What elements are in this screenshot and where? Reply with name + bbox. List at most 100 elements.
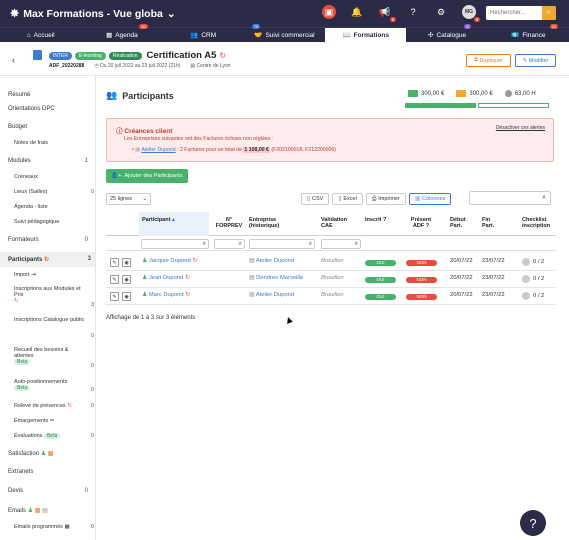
tab-catalogue[interactable]: ✣ Catalogue 8 <box>406 24 487 42</box>
tab-formations[interactable]: 📖 Formations <box>325 28 407 42</box>
filter-forprev[interactable]: ⌕ <box>214 239 245 249</box>
company-link[interactable]: ▤ Atelier Dupond <box>249 258 294 264</box>
participant-link[interactable]: ♟ Marc Dupond ↻ <box>142 292 190 298</box>
inscrit-badge[interactable]: OUI <box>365 276 396 283</box>
progress-fill-1 <box>406 104 475 107</box>
col-present[interactable]: Présent ADF ? <box>406 217 436 229</box>
sidebar-item-lieux[interactable]: Lieux (Salles) 0 <box>14 189 98 195</box>
columns-button[interactable]: ▥ Colonnes <box>408 193 452 205</box>
course-header: ‹ INTER E-learning Réalisation Certifica… <box>0 42 569 76</box>
search-icon[interactable]: ⌕ <box>542 6 556 20</box>
participant-link[interactable]: ♟ Jean Dupond ↻ <box>142 275 190 281</box>
megaphone-icon[interactable]: 📢 8 <box>378 5 396 22</box>
person-icon: ♟ <box>142 258 148 264</box>
view-icon[interactable]: ◉ <box>122 258 131 267</box>
duplicate-button[interactable]: ⧉ Dupliquer <box>466 54 511 67</box>
planning-icon[interactable]: ▣ <box>322 5 336 19</box>
tab-accueil[interactable]: ⌂ Accueil <box>0 28 81 42</box>
view-icon[interactable]: ◉ <box>122 275 131 284</box>
modify-button[interactable]: ✎ Modifier <box>515 54 556 67</box>
sidebar-item-satisfaction[interactable]: Satisfaction ♟ ▩ <box>8 450 92 457</box>
col-participant[interactable]: Participant ▴ <box>139 212 209 236</box>
company-link[interactable]: ▤ Dendreo Marseille <box>249 275 303 281</box>
edit-icon[interactable]: ✎ <box>110 258 119 267</box>
table-toolbar: 25 lignes ⌄ ▯ CSV ▯ Excel ⎙ Imprimer ▥ Colonn… <box>106 191 556 206</box>
present-badge[interactable]: NON <box>406 259 437 266</box>
sidebar-item-extranets[interactable]: Extranets <box>8 469 92 475</box>
sidebar-item-modules[interactable]: Modules 1 <box>8 158 92 164</box>
col-fin[interactable]: Fin Part. <box>482 217 502 229</box>
help-button[interactable]: ? <box>520 510 546 536</box>
sidebar-item-releve-presences[interactable]: Relevé de présences ↻ 0 <box>14 403 98 409</box>
col-inscrit[interactable]: Inscrit ? <box>365 217 400 223</box>
tab-crm[interactable]: 👥 CRM <box>163 28 244 42</box>
page-size-select[interactable]: 25 lignes ⌄ <box>106 193 151 205</box>
sidebar-item-creneaux[interactable]: Créneaux <box>14 174 98 180</box>
bell-icon[interactable]: 🔔 <box>350 5 364 19</box>
col-entreprise[interactable]: Entreprise (historique) <box>249 217 304 229</box>
sidebar-item-evaluations[interactable]: Évaluations Beta 0 <box>14 433 98 439</box>
tab-finance[interactable]: 💶 Finance 20 <box>488 24 569 42</box>
sidebar-item-notes-frais[interactable]: Notes de frais <box>14 140 98 146</box>
help-circle-icon[interactable]: ? <box>406 5 420 19</box>
spinner-icon: ↻ <box>192 258 198 264</box>
checklist[interactable]: 0 / 2 <box>522 275 544 283</box>
avatar[interactable]: MG 9 <box>462 5 480 22</box>
excel-button[interactable]: ▯ Excel <box>332 193 363 205</box>
col-checklist[interactable]: Checklist inscription <box>522 217 556 229</box>
sidebar-item-orientations[interactable]: Orientations DPC <box>8 106 92 112</box>
csv-button[interactable]: ▯ CSV <box>301 193 330 205</box>
print-button[interactable]: ⎙ Imprimer <box>365 193 406 205</box>
sidebar-item-suivi-pedagogique[interactable]: Suivi pédagogique <box>14 219 98 225</box>
company-link[interactable]: ▤ Atelier Dupond <box>249 292 294 298</box>
sidebar-item-formateurs[interactable]: Formateurs 0 <box>8 237 92 243</box>
filter-validation[interactable]: ⌕ <box>321 239 361 249</box>
col-validation[interactable]: Validation CAE <box>321 217 356 229</box>
inscrit-badge[interactable]: OUI <box>365 259 396 266</box>
sidebar-item-recueil[interactable]: Recueil des besoins & attentes Beta 0 <box>14 347 94 369</box>
disable-alerts-link[interactable]: Désactiver ces alertes <box>496 125 545 131</box>
checklist[interactable]: 0 / 2 <box>522 292 544 300</box>
cae-status: Brouillon <box>321 292 344 298</box>
table-row: ✎ ◉ ♟ Marc Dupond ↻ ▤ Atelier Dupond Bro… <box>106 288 556 305</box>
filter-participant[interactable]: ⌕ <box>141 239 209 249</box>
search-icon: ⌕ <box>308 240 312 247</box>
search-icon: ⌕ <box>354 240 358 247</box>
sidebar-item-emails[interactable]: Emails ♟ ▩ ▤ <box>8 507 92 514</box>
app-title[interactable]: ✸ Max Formations - Vue globa ⌄ <box>10 7 176 21</box>
top-icons: ▣ 🔔 📢 8 ? ⚙ MG 9 <box>322 5 480 22</box>
search-icon: ⌕ <box>202 240 206 247</box>
back-arrow-icon[interactable]: ‹ <box>12 55 15 65</box>
participant-link[interactable]: ♟ Jacquie Dupond ↻ <box>142 258 197 264</box>
global-search-input[interactable] <box>486 6 542 20</box>
sidebar-item-devis[interactable]: Devis 0 <box>8 488 92 494</box>
person-icon: ♟ <box>142 275 148 281</box>
edit-icon[interactable]: ✎ <box>110 275 119 284</box>
tab-agenda[interactable]: ▦ Agenda 20 <box>81 24 162 42</box>
settings-icon[interactable]: ⚙ <box>434 5 448 19</box>
sidebar-item-participants[interactable]: Participants ↻ 3 <box>0 252 95 267</box>
sidebar-item-resume[interactable]: Résumé <box>8 92 92 98</box>
sidebar-item-auto-positionnements[interactable]: Auto-positionnements Beta 0 <box>14 379 94 393</box>
sidebar-item-emails-programmes[interactable]: Emails programmés ▦ 0 <box>14 524 98 530</box>
sidebar-item-import[interactable]: Import ⇥ <box>14 272 98 278</box>
sidebar-item-budget[interactable]: Budget <box>8 124 92 130</box>
inscrit-badge[interactable]: OUI <box>365 293 396 300</box>
col-debut[interactable]: Début Part. <box>450 217 475 229</box>
sidebar-item-inscriptions-modules[interactable]: Inscriptions aux Modules et Prix ↻ 3 <box>14 286 94 308</box>
sidebar-item-emargements[interactable]: Émargements ✑ <box>14 418 98 424</box>
spinner-icon: ↻ <box>184 275 190 281</box>
sidebar-item-agenda-liste[interactable]: Agenda - liste <box>14 204 98 210</box>
company-link[interactable]: Atelier Dupond <box>141 147 175 153</box>
edit-icon[interactable]: ✎ <box>110 292 119 301</box>
filter-entreprise[interactable]: ⌕ <box>249 239 315 249</box>
add-participants-button[interactable]: 👤+ Ajouter des Participants <box>106 169 188 183</box>
view-icon[interactable]: ◉ <box>122 292 131 301</box>
present-badge[interactable]: NON <box>406 293 437 300</box>
present-badge[interactable]: NON <box>406 276 437 283</box>
tab-suivi-commercial[interactable]: 🤝 Suivi commercial 75 <box>244 24 325 42</box>
table-search-input[interactable]: ⌕ <box>469 191 551 205</box>
checklist[interactable]: 0 / 2 <box>522 258 544 266</box>
sidebar-item-inscriptions-catalogue[interactable]: Inscriptions Catalogue public 0 <box>14 317 94 339</box>
col-forprev[interactable]: N° FORPREV <box>214 217 244 229</box>
